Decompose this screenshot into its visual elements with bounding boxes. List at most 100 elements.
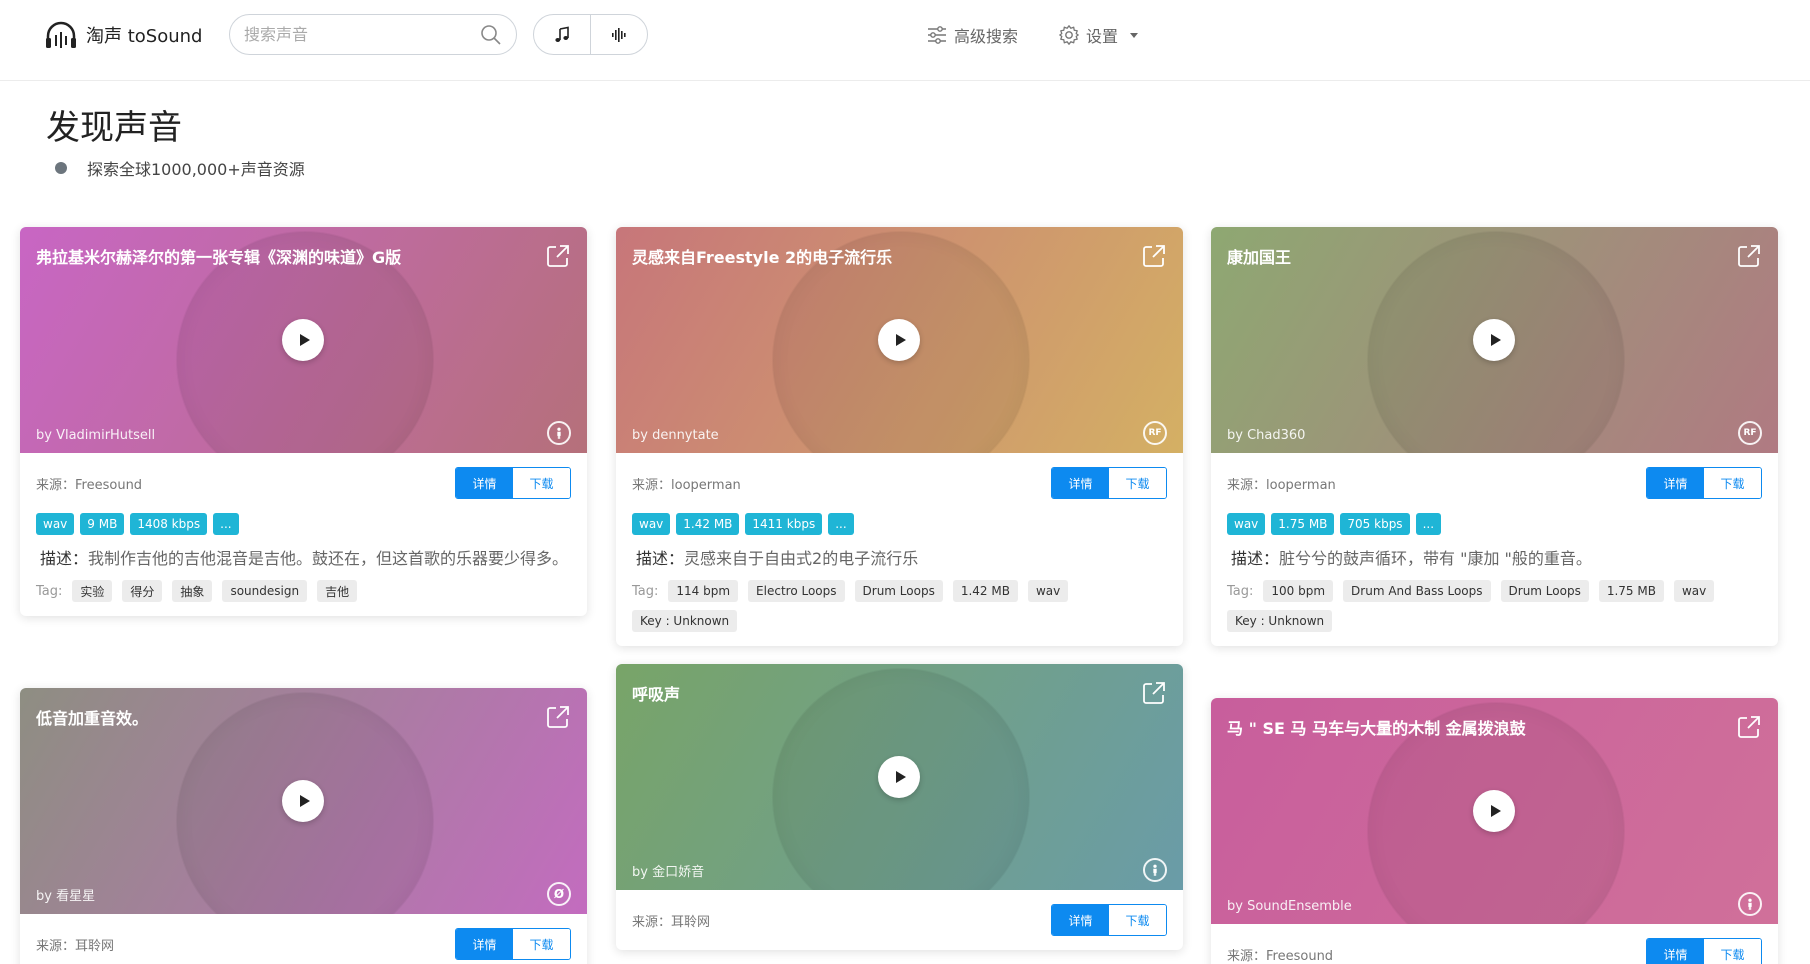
tag-chip[interactable]: Drum Loops: [1500, 580, 1589, 602]
author-name[interactable]: by VladimirHutsell: [36, 428, 155, 443]
advanced-search-label: 高级搜索: [954, 27, 1019, 46]
source-row: 来源：looperman 详情 下载: [632, 467, 1167, 499]
format-badge: 705 kbps: [1340, 513, 1410, 535]
card-body: 来源：Freesound 详情 下载 wav 9 MB 1408 kbps... 描述：我制…: [20, 453, 587, 616]
play-button[interactable]: [282, 319, 324, 361]
author-name[interactable]: by 金口娇音: [632, 861, 704, 880]
author-name[interactable]: by dennytate: [632, 428, 719, 443]
sound-cover: 低音加重音效。 by 看星星 Ø: [20, 688, 587, 914]
play-icon: [895, 334, 906, 346]
sound-title[interactable]: 康加国王: [1227, 244, 1291, 268]
source-text: 来源：Freesound: [36, 477, 143, 493]
source-row: 来源：耳聆网 详情 下载: [632, 904, 1167, 936]
download-button[interactable]: 下载: [1704, 468, 1761, 498]
external-link-icon[interactable]: [1736, 243, 1762, 269]
detail-button[interactable]: 详情: [456, 929, 513, 959]
sound-card: 呼吸声 by 金口娇音来源：耳聆网 详情 下载: [616, 664, 1183, 950]
action-buttons: 详情 下载: [1051, 904, 1167, 936]
sound-card: 马 " SE 马 马车与大量的木制 金属拨浪鼓 by SoundEnsemble 来…: [1211, 698, 1778, 964]
external-link-icon[interactable]: [545, 243, 571, 269]
detail-button[interactable]: 详情: [1647, 468, 1704, 498]
page-subtitle: 探索全球1000,000+声音资源: [55, 156, 305, 180]
sound-title[interactable]: 弗拉基米尔赫泽尔的第一张专辑《深渊的味道》G版: [36, 244, 401, 268]
tag-list: Tag: 100 bpm Drum And Bass Loops Drum Loops…: [1227, 580, 1762, 632]
play-button[interactable]: [878, 756, 920, 798]
tag-chip[interactable]: Electro Loops: [748, 580, 845, 602]
detail-button[interactable]: 详情: [1052, 905, 1109, 935]
download-button[interactable]: 下载: [1109, 905, 1166, 935]
tag-label: Tag:: [1227, 583, 1254, 599]
detail-button[interactable]: 详情: [1647, 939, 1704, 964]
author-name[interactable]: by 看星星: [36, 885, 95, 904]
subtitle-text: 探索全球1000,000+声音资源: [87, 160, 305, 179]
tag-chip[interactable]: 得分: [122, 580, 163, 602]
sound-cover: 呼吸声 by 金口娇音: [616, 664, 1183, 890]
card-body: 来源：looperman 详情 下载 wav 1.75 MB 705 kbps... 描述：…: [1211, 453, 1778, 646]
play-button[interactable]: [878, 319, 920, 361]
download-button[interactable]: 下载: [513, 468, 570, 498]
tag-chip[interactable]: wav: [1673, 580, 1715, 602]
download-button[interactable]: 下载: [1109, 468, 1166, 498]
source-row: 来源：looperman 详情 下载: [1227, 467, 1762, 499]
advanced-search-link[interactable]: 高级搜索: [926, 23, 1018, 47]
source-text: 来源：looperman: [1227, 477, 1336, 493]
detail-button[interactable]: 详情: [456, 468, 513, 498]
sound-title[interactable]: 灵感来自Freestyle 2的电子流行乐: [632, 244, 892, 268]
external-link-icon[interactable]: [1141, 243, 1167, 269]
tag-chip[interactable]: 114 bpm: [668, 580, 739, 602]
tag-chip[interactable]: 吉他: [317, 580, 358, 602]
sound-title[interactable]: 马 " SE 马 马车与大量的木制 金属拨浪鼓: [1227, 715, 1526, 739]
person-icon: [547, 421, 571, 445]
play-button[interactable]: [1473, 319, 1515, 361]
tag-chip[interactable]: 抽象: [172, 580, 213, 602]
tag-chip[interactable]: wav: [1027, 580, 1069, 602]
format-badge: 9 MB: [80, 513, 125, 535]
format-badge: 1.42 MB: [676, 513, 740, 535]
detail-button[interactable]: 详情: [1052, 468, 1109, 498]
play-button[interactable]: [282, 780, 324, 822]
format-badge: 1.75 MB: [1271, 513, 1335, 535]
sound-mode-button[interactable]: [590, 15, 647, 54]
author-name[interactable]: by Chad360: [1227, 428, 1305, 443]
external-link-icon[interactable]: [545, 704, 571, 730]
settings-dropdown[interactable]: 设置: [1058, 23, 1139, 47]
download-button[interactable]: 下载: [1704, 939, 1761, 964]
tag-chip[interactable]: 100 bpm: [1263, 580, 1334, 602]
tag-chip[interactable]: 1.42 MB: [952, 580, 1018, 602]
gear-icon: [1059, 25, 1079, 45]
tag-chip[interactable]: Key : Unknown: [1227, 610, 1333, 632]
search-icon[interactable]: [480, 24, 502, 46]
logo[interactable]: 淘声 toSound: [44, 20, 202, 50]
author-name[interactable]: by SoundEnsemble: [1227, 899, 1352, 914]
rf-icon: RF: [1738, 421, 1762, 445]
external-link-icon[interactable]: [1141, 680, 1167, 706]
tag-chip[interactable]: 实验: [72, 580, 113, 602]
tag-chip[interactable]: soundesign: [222, 580, 308, 602]
source-row: 来源：耳聆网 详情 下载: [36, 928, 571, 960]
source-row: 来源：Freesound 详情 下载: [36, 467, 571, 499]
music-mode-button[interactable]: [534, 15, 590, 54]
tag-chip[interactable]: Key : Unknown: [632, 610, 738, 632]
sound-title[interactable]: 呼吸声: [632, 681, 680, 705]
play-button[interactable]: [1473, 790, 1515, 832]
tag-list: Tag: 实验 得分 抽象 soundesign 吉他: [36, 580, 571, 602]
tag-chip[interactable]: 1.75 MB: [1598, 580, 1664, 602]
search-box[interactable]: [229, 14, 517, 55]
card-body: 来源：looperman 详情 下载 wav 1.42 MB 1411 kbps... 描述…: [616, 453, 1183, 646]
tag-chip[interactable]: Drum Loops: [854, 580, 943, 602]
tag-chip[interactable]: Drum And Bass Loops: [1343, 580, 1491, 602]
top-header: 淘声 toSound 搜索声音 高级搜索 设置: [0, 0, 1810, 81]
search-input[interactable]: [244, 25, 480, 44]
action-buttons: 详情 下载: [1051, 467, 1167, 499]
format-badge[interactable]: ...: [828, 513, 854, 535]
format-badge[interactable]: ...: [213, 513, 239, 535]
sound-title[interactable]: 低音加重音效。: [36, 705, 148, 729]
external-link-icon[interactable]: [1736, 714, 1762, 740]
source-row: 来源：Freesound 详情 下载: [1227, 938, 1762, 964]
music-note-icon: [555, 26, 569, 42]
format-badge[interactable]: ...: [1415, 513, 1442, 535]
logo-text: 淘声 toSound: [86, 26, 203, 47]
download-button[interactable]: 下载: [513, 929, 570, 959]
sound-cover: 康加国王 by Chad360 RF: [1211, 227, 1778, 453]
tag-label: Tag:: [36, 583, 63, 599]
